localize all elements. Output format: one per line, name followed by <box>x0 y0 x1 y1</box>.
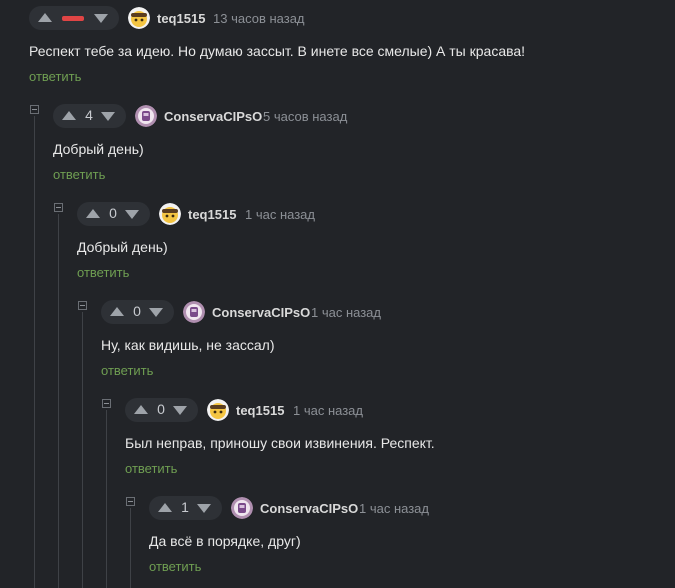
arrow-down-icon[interactable] <box>125 210 139 219</box>
comment: 0 teq1515 1 час назад Добрый день) ответ… <box>77 202 657 286</box>
avatar[interactable] <box>128 7 150 29</box>
avatar[interactable] <box>159 203 181 225</box>
rating-control: 0 <box>125 398 198 422</box>
comment-time[interactable]: 1 час назад <box>359 501 429 516</box>
comment-header: 0 teq1515 1 час назад <box>125 398 665 422</box>
author-name[interactable]: ConservaCIPsO <box>260 501 358 516</box>
downvoted-indicator <box>62 16 84 21</box>
reply-link[interactable]: ответить <box>101 363 153 378</box>
rating-control: 4 <box>53 104 126 128</box>
comment: 0 ConservaCIPsO 1 час назад Ну, как види… <box>101 300 661 384</box>
thread-line[interactable] <box>106 410 107 588</box>
collapse-minus-icon[interactable] <box>78 301 87 310</box>
comment-time[interactable]: 13 часов назад <box>213 11 305 26</box>
comment: 0 teq1515 1 час назад Был неправ, принош… <box>125 398 665 482</box>
comment-text: Добрый день) <box>53 141 144 157</box>
avatar[interactable] <box>231 497 253 519</box>
thread-line[interactable] <box>58 214 59 588</box>
reply-link[interactable]: ответить <box>77 265 129 280</box>
comment: 4 ConservaCIPsO 5 часов назад Добрый ден… <box>53 104 653 188</box>
rating-score: 0 <box>133 303 141 319</box>
thread-line[interactable] <box>34 116 35 588</box>
comment-header: 4 ConservaCIPsO 5 часов назад <box>53 104 653 128</box>
comment-header: 0 teq1515 1 час назад <box>77 202 657 226</box>
rating-score: 0 <box>157 401 165 417</box>
comment-header: 0 ConservaCIPsO 1 час назад <box>101 300 661 324</box>
avatar[interactable] <box>183 301 205 323</box>
author-name[interactable]: ConservaCIPsO <box>164 109 262 124</box>
arrow-down-icon[interactable] <box>149 308 163 317</box>
comment-text: Был неправ, приношу свои извинения. Респ… <box>125 435 435 451</box>
rating-score: 4 <box>85 107 93 123</box>
collapse-minus-icon[interactable] <box>126 497 135 506</box>
comment-time[interactable]: 5 часов назад <box>263 109 347 124</box>
comment-header: 1 ConservaCIPsO 1 час назад <box>149 496 669 520</box>
arrow-up-icon[interactable] <box>110 307 124 316</box>
comment: 1 ConservaCIPsO 1 час назад Да всё в пор… <box>149 496 669 580</box>
rating-score: 1 <box>181 499 189 515</box>
reply-link[interactable]: ответить <box>125 461 177 476</box>
author-name[interactable]: teq1515 <box>157 11 205 26</box>
reply-link[interactable]: ответить <box>149 559 201 574</box>
arrow-down-icon[interactable] <box>197 504 211 513</box>
comment-header: teq1515 13 часов назад <box>29 6 669 30</box>
reply-link[interactable]: ответить <box>29 69 81 84</box>
arrow-up-icon[interactable] <box>62 111 76 120</box>
author-name[interactable]: teq1515 <box>188 207 236 222</box>
collapse-minus-icon[interactable] <box>30 105 39 114</box>
avatar[interactable] <box>135 105 157 127</box>
comment-text: Ну, как видишь, не зассал) <box>101 337 275 353</box>
arrow-up-icon[interactable] <box>134 405 148 414</box>
arrow-up-icon[interactable] <box>38 13 52 22</box>
author-name[interactable]: ConservaCIPsO <box>212 305 310 320</box>
comment-time[interactable]: 1 час назад <box>245 207 315 222</box>
arrow-down-icon[interactable] <box>94 14 108 23</box>
avatar[interactable] <box>207 399 229 421</box>
comment-text: Респект тебе за идею. Но думаю зассыт. В… <box>29 43 526 59</box>
comment: teq1515 13 часов назад Респект тебе за и… <box>29 6 669 90</box>
comment-time[interactable]: 1 час назад <box>311 305 381 320</box>
comment-text: Добрый день) <box>77 239 168 255</box>
thread-line[interactable] <box>82 312 83 588</box>
author-name[interactable]: teq1515 <box>236 403 284 418</box>
arrow-up-icon[interactable] <box>158 503 172 512</box>
rating-control <box>29 6 119 30</box>
arrow-down-icon[interactable] <box>173 406 187 415</box>
reply-link[interactable]: ответить <box>53 167 105 182</box>
rating-score: 0 <box>109 205 117 221</box>
rating-control: 0 <box>77 202 150 226</box>
comment-time[interactable]: 1 час назад <box>293 403 363 418</box>
arrow-up-icon[interactable] <box>86 209 100 218</box>
thread-line[interactable] <box>130 508 131 588</box>
collapse-minus-icon[interactable] <box>54 203 63 212</box>
arrow-down-icon[interactable] <box>101 112 115 121</box>
comment-text: Да всё в порядке, друг) <box>149 533 301 549</box>
rating-control: 0 <box>101 300 174 324</box>
collapse-minus-icon[interactable] <box>102 399 111 408</box>
rating-control: 1 <box>149 496 222 520</box>
